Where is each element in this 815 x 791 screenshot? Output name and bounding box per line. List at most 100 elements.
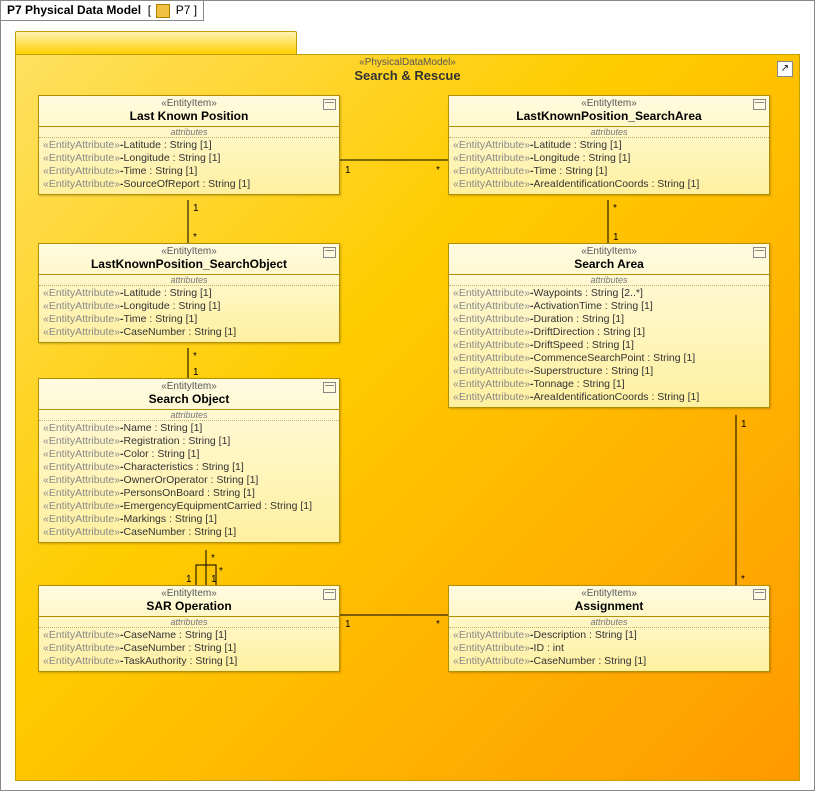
svg-text:1: 1 — [741, 419, 747, 430]
svg-text:*: * — [193, 351, 197, 362]
attribute-row[interactable]: «EntityAttribute»-CaseName : String [1] — [43, 629, 335, 642]
attribute-row[interactable]: «EntityAttribute»-ID : int — [453, 642, 765, 655]
attributes-label: attributes — [449, 617, 769, 628]
attribute-row[interactable]: «EntityAttribute»-Latitude : String [1] — [43, 139, 335, 152]
entity-name: LastKnownPosition_SearchArea — [453, 109, 765, 123]
attributes-compartment: «EntityAttribute»-Latitude : String [1]«… — [449, 138, 769, 194]
attribute-row[interactable]: «EntityAttribute»-CaseNumber : String [1… — [453, 655, 765, 668]
entity-stereotype: «EntityItem» — [43, 588, 335, 599]
attribute-row[interactable]: «EntityAttribute»-Time : String [1] — [43, 313, 335, 326]
entity-stereotype: «EntityItem» — [453, 246, 765, 257]
attributes-label: attributes — [449, 275, 769, 286]
svg-text:*: * — [219, 566, 223, 577]
attribute-row[interactable]: «EntityAttribute»-DriftSpeed : String [1… — [453, 339, 765, 352]
attribute-row[interactable]: «EntityAttribute»-Longitude : String [1] — [453, 152, 765, 165]
attribute-row[interactable]: «EntityAttribute»-Longitude : String [1] — [43, 300, 335, 313]
attributes-compartment: «EntityAttribute»-Description : String [… — [449, 628, 769, 671]
entity-stereotype: «EntityItem» — [453, 98, 765, 109]
attribute-row[interactable]: «EntityAttribute»-Time : String [1] — [453, 165, 765, 178]
svg-text:*: * — [436, 619, 440, 630]
diagram-title: P7 Physical Data Model — [7, 3, 141, 17]
attribute-row[interactable]: «EntityAttribute»-Color : String [1] — [43, 448, 335, 461]
attribute-row[interactable]: «EntityAttribute»-OwnerOrOperator : Stri… — [43, 474, 335, 487]
svg-text:1: 1 — [211, 574, 217, 585]
attribute-row[interactable]: «EntityAttribute»-CaseNumber : String [1… — [43, 526, 335, 539]
attribute-row[interactable]: «EntityAttribute»-CaseNumber : String [1… — [43, 642, 335, 655]
attribute-row[interactable]: «EntityAttribute»-PersonsOnBoard : Strin… — [43, 487, 335, 500]
svg-text:*: * — [741, 574, 745, 585]
svg-text:1: 1 — [613, 232, 619, 243]
svg-text:*: * — [211, 553, 215, 564]
attribute-row[interactable]: «EntityAttribute»-Description : String [… — [453, 629, 765, 642]
attribute-row[interactable]: «EntityAttribute»-Waypoints : String [2.… — [453, 287, 765, 300]
attribute-row[interactable]: «EntityAttribute»-Time : String [1] — [43, 165, 335, 178]
entity-stereotype: «EntityItem» — [43, 98, 335, 109]
attribute-row[interactable]: «EntityAttribute»-ActivationTime : Strin… — [453, 300, 765, 313]
entity-corner-icon — [323, 589, 336, 600]
svg-text:1: 1 — [345, 619, 351, 630]
entity-name: Last Known Position — [43, 109, 335, 123]
attribute-row[interactable]: «EntityAttribute»-CaseNumber : String [1… — [43, 326, 335, 339]
attribute-row[interactable]: «EntityAttribute»-Latitude : String [1] — [453, 139, 765, 152]
attribute-row[interactable]: «EntityAttribute»-EmergencyEquipmentCarr… — [43, 500, 335, 513]
entity-search-object[interactable]: «EntityItem» Search Object attributes «E… — [38, 378, 340, 543]
entity-stereotype: «EntityItem» — [453, 588, 765, 599]
entity-corner-icon — [323, 382, 336, 393]
svg-text:*: * — [613, 203, 617, 214]
attribute-row[interactable]: «EntityAttribute»-CommenceSearchPoint : … — [453, 352, 765, 365]
entity-name: LastKnownPosition_SearchObject — [43, 257, 335, 271]
attribute-row[interactable]: «EntityAttribute»-Superstructure : Strin… — [453, 365, 765, 378]
package-stereotype: «PhysicalDataModel» — [16, 55, 799, 68]
attribute-row[interactable]: «EntityAttribute»-Latitude : String [1] — [43, 287, 335, 300]
diagram-short-name: P7 — [176, 3, 191, 17]
svg-text:1: 1 — [193, 203, 199, 214]
attribute-row[interactable]: «EntityAttribute»-DriftDirection : Strin… — [453, 326, 765, 339]
entity-stereotype: «EntityItem» — [43, 246, 335, 257]
attributes-compartment: «EntityAttribute»-CaseName : String [1]«… — [39, 628, 339, 671]
attribute-row[interactable]: «EntityAttribute»-Name : String [1] — [43, 422, 335, 435]
entity-corner-icon — [753, 99, 766, 110]
svg-text:*: * — [436, 165, 440, 176]
entity-name: Assignment — [453, 599, 765, 613]
attributes-label: attributes — [449, 127, 769, 138]
package-body: «PhysicalDataModel» Search & Rescue ↗ «E… — [15, 54, 800, 781]
attributes-label: attributes — [39, 617, 339, 628]
diagram-frame: P7 Physical Data Model [ P7 ] «PhysicalD… — [0, 0, 815, 791]
entity-stereotype: «EntityItem» — [43, 381, 335, 392]
attributes-label: attributes — [39, 410, 339, 421]
entity-corner-icon — [323, 99, 336, 110]
entity-assignment[interactable]: «EntityItem» Assignment attributes «Enti… — [448, 585, 770, 672]
attribute-row[interactable]: «EntityAttribute»-AreaIdentificationCoor… — [453, 391, 765, 404]
attributes-compartment: «EntityAttribute»-Name : String [1]«Enti… — [39, 421, 339, 542]
entity-lkp-search-object[interactable]: «EntityItem» LastKnownPosition_SearchObj… — [38, 243, 340, 343]
svg-text:*: * — [193, 232, 197, 243]
entity-corner-icon — [753, 247, 766, 258]
diagram-type-icon — [156, 4, 170, 18]
attribute-row[interactable]: «EntityAttribute»-TaskAuthority : String… — [43, 655, 335, 668]
entity-last-known-position[interactable]: «EntityItem» Last Known Position attribu… — [38, 95, 340, 195]
entity-lkp-search-area[interactable]: «EntityItem» LastKnownPosition_SearchAre… — [448, 95, 770, 195]
svg-text:1: 1 — [345, 165, 351, 176]
attribute-row[interactable]: «EntityAttribute»-Tonnage : String [1] — [453, 378, 765, 391]
entity-sar-operation[interactable]: «EntityItem» SAR Operation attributes «E… — [38, 585, 340, 672]
attributes-label: attributes — [39, 127, 339, 138]
attribute-row[interactable]: «EntityAttribute»-Duration : String [1] — [453, 313, 765, 326]
attributes-compartment: «EntityAttribute»-Latitude : String [1]«… — [39, 138, 339, 194]
package-search-and-rescue[interactable]: «PhysicalDataModel» Search & Rescue ↗ «E… — [15, 31, 800, 781]
svg-text:1: 1 — [186, 574, 192, 585]
entity-corner-icon — [323, 247, 336, 258]
link-icon[interactable]: ↗ — [777, 61, 793, 77]
attribute-row[interactable]: «EntityAttribute»-AreaIdentificationCoor… — [453, 178, 765, 191]
attribute-row[interactable]: «EntityAttribute»-Registration : String … — [43, 435, 335, 448]
attributes-compartment: «EntityAttribute»-Waypoints : String [2.… — [449, 286, 769, 407]
attribute-row[interactable]: «EntityAttribute»-SourceOfReport : Strin… — [43, 178, 335, 191]
package-tab — [15, 31, 297, 54]
package-title: Search & Rescue — [16, 68, 799, 83]
entity-search-area[interactable]: «EntityItem» Search Area attributes «Ent… — [448, 243, 770, 408]
entity-corner-icon — [753, 589, 766, 600]
entity-name: Search Area — [453, 257, 765, 271]
attribute-row[interactable]: «EntityAttribute»-Longitude : String [1] — [43, 152, 335, 165]
attribute-row[interactable]: «EntityAttribute»-Characteristics : Stri… — [43, 461, 335, 474]
attribute-row[interactable]: «EntityAttribute»-Markings : String [1] — [43, 513, 335, 526]
svg-text:1: 1 — [193, 367, 199, 378]
